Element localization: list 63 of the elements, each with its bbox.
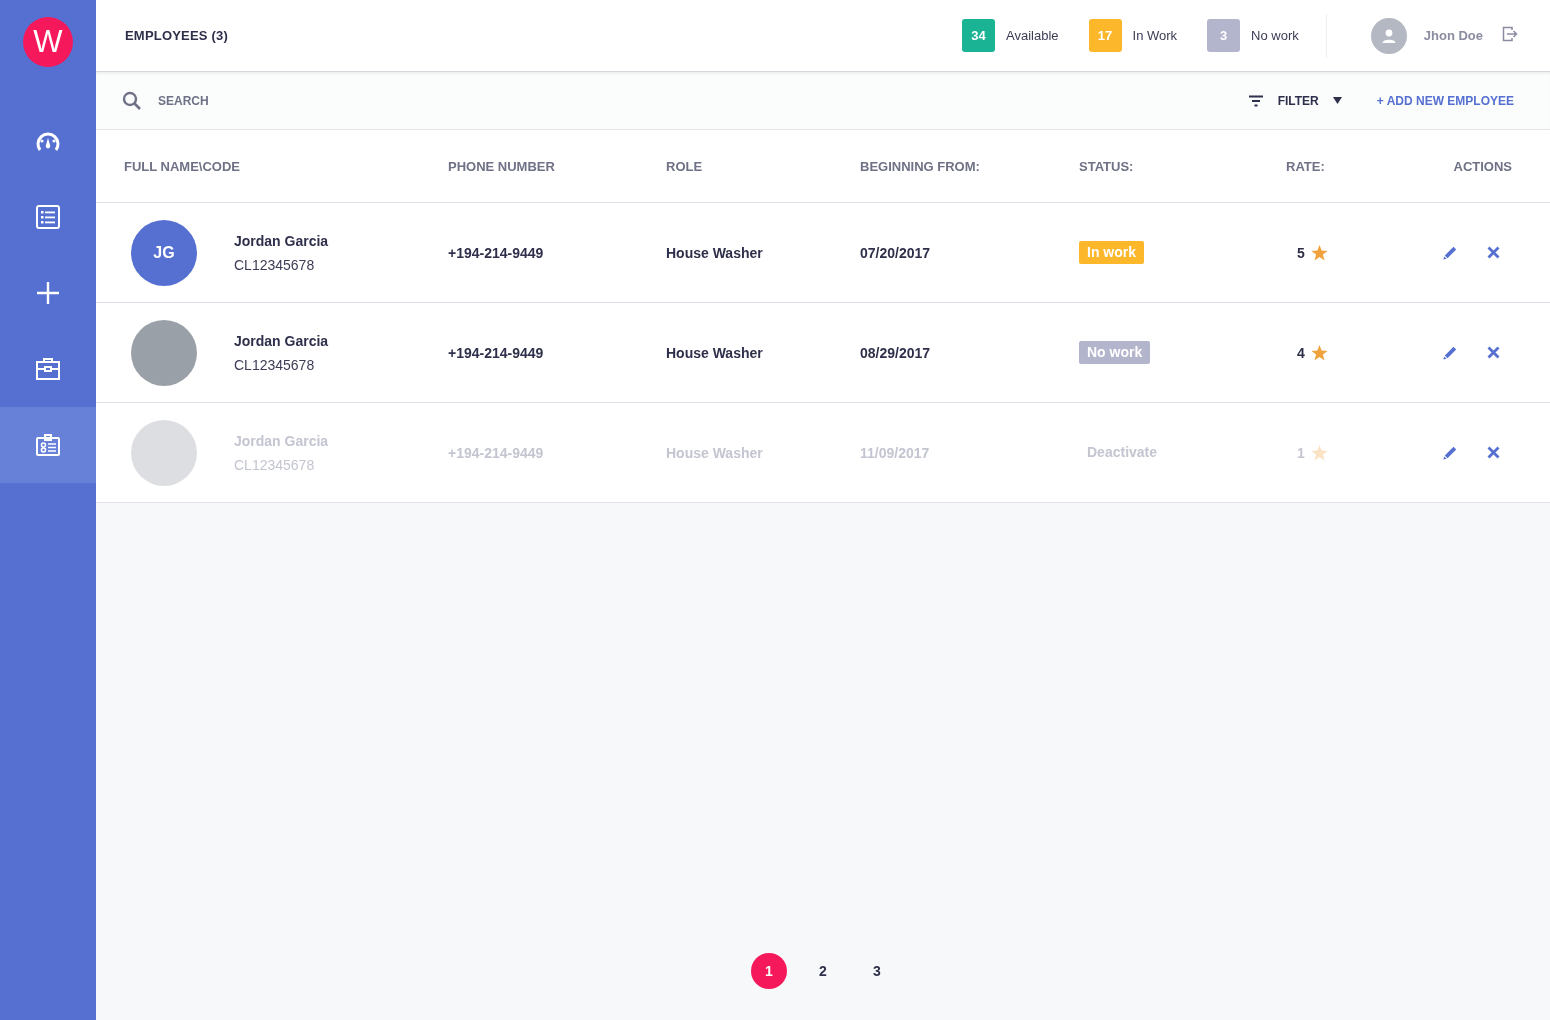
- start-date: 08/29/2017: [860, 344, 932, 361]
- count-badge: 3: [1207, 19, 1241, 52]
- logout-icon[interactable]: [1502, 25, 1518, 42]
- rating-value: 4: [1297, 344, 1305, 361]
- employee-code: CL12345678: [234, 456, 316, 473]
- count-label: Available: [1006, 28, 1059, 43]
- logo[interactable]: W: [23, 17, 73, 67]
- briefcase-icon: [35, 357, 61, 381]
- role-text: House Washer: [666, 444, 764, 461]
- page-button[interactable]: 3: [859, 953, 895, 989]
- employee-name: Jordan Garcia: [234, 332, 329, 349]
- role-text: House Washer: [666, 344, 764, 361]
- edit-icon[interactable]: [1443, 345, 1457, 360]
- sidebar-item[interactable]: [0, 407, 96, 483]
- phone-number: +194-214-9449: [448, 344, 545, 361]
- initials-avatar: JG: [131, 219, 197, 286]
- filter-dropdown[interactable]: FILTER: [1247, 93, 1342, 108]
- person-icon: [1380, 27, 1397, 44]
- add-employee-link[interactable]: + ADD NEW EMPLOYEE: [1376, 93, 1514, 108]
- count-badge: 17: [1088, 19, 1122, 52]
- delete-icon[interactable]: [1487, 446, 1500, 459]
- employee-code: CL12345678: [234, 356, 316, 373]
- employee-name: Jordan Garcia: [234, 232, 329, 249]
- filter-icon: [1247, 94, 1264, 107]
- rating-value: 1: [1297, 444, 1305, 461]
- phone-number: +194-214-9449: [448, 444, 545, 461]
- star-icon: [1310, 444, 1328, 461]
- column-header: ACTIONS: [1453, 158, 1512, 174]
- caret-icon: [1332, 97, 1342, 104]
- start-date: 07/20/2017: [860, 244, 932, 261]
- user-name[interactable]: Jhon Doe: [1423, 28, 1483, 43]
- column-header: BEGINNING FROM:: [860, 158, 981, 174]
- count-badge: 34: [962, 19, 995, 52]
- phone-number: +194-214-9449: [448, 244, 545, 261]
- column-header: RATE:: [1286, 158, 1326, 174]
- edit-icon[interactable]: [1443, 245, 1457, 260]
- start-date: 11/09/2017: [860, 444, 931, 461]
- rating-value: 5: [1297, 244, 1305, 261]
- edit-icon[interactable]: [1443, 445, 1457, 460]
- employee-code: CL12345678: [234, 256, 316, 273]
- employee-name: Jordan Garcia: [234, 432, 329, 449]
- column-header: STATUS:: [1079, 158, 1135, 174]
- id-card-icon: [35, 433, 61, 457]
- search-field[interactable]: SEARCH: [156, 92, 1248, 109]
- count-label: In Work: [1132, 28, 1178, 43]
- star-icon: [1310, 244, 1328, 261]
- star-icon: [1310, 344, 1328, 361]
- page-button[interactable]: 2: [805, 953, 841, 989]
- status-text: Deactivate: [1086, 443, 1159, 462]
- role-text: House Washer: [666, 244, 764, 261]
- search-icon: [122, 90, 142, 111]
- count-label: No work: [1251, 28, 1299, 43]
- delete-icon[interactable]: [1487, 246, 1500, 259]
- column-header: ROLE: [666, 158, 704, 174]
- column-header: PHONE NUMBER: [448, 158, 556, 174]
- page-title: EMPLOYEES (3): [125, 28, 229, 43]
- delete-icon[interactable]: [1487, 346, 1500, 359]
- plus-icon: [36, 281, 60, 305]
- page-button[interactable]: 1: [751, 953, 787, 989]
- status-badge: In work: [1079, 241, 1144, 264]
- status-badge: No work: [1079, 341, 1151, 364]
- column-header: FULL NAME\CODE: [124, 158, 242, 174]
- list-icon: [35, 204, 61, 230]
